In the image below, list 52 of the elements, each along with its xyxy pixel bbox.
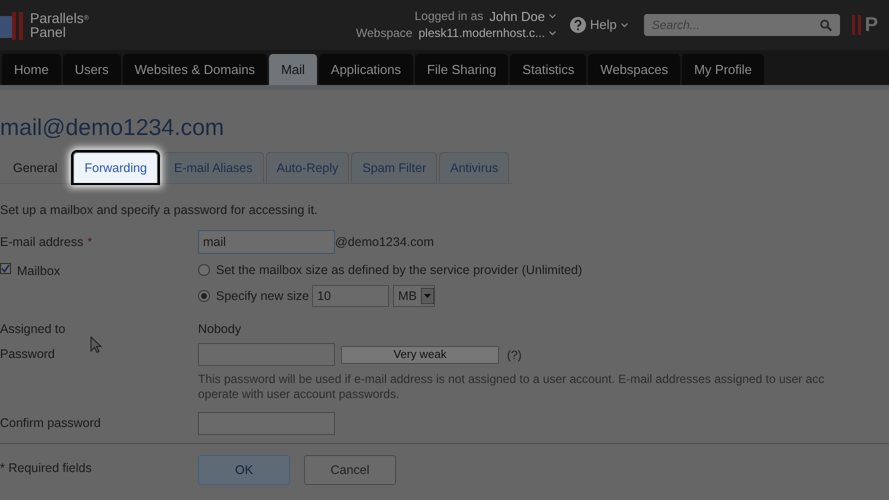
email-field[interactable]: mail xyxy=(198,230,335,254)
logo-icon xyxy=(0,10,26,40)
nav-tab[interactable]: My Profile xyxy=(682,54,764,85)
mailbox-label: Mailbox xyxy=(17,263,60,280)
logo-bars-icon xyxy=(852,15,862,35)
nav-tab[interactable]: Applications xyxy=(318,54,414,85)
help-text: This password will be used if e-mail address is not assigned to a user account. E-mail addresses assigned to user acc xyxy=(198,372,826,387)
logged-in-label: Logged in as xyxy=(414,8,484,25)
webspace-menu[interactable]: plesk11.modernhost.c... xyxy=(418,25,556,42)
nav-tab[interactable]: Home xyxy=(2,54,61,85)
search-icon xyxy=(820,18,832,32)
intro-text: Set up a mailbox and specify a password for accessing it. xyxy=(0,202,319,218)
page-title: mail@demo1234.com xyxy=(0,113,226,142)
nav-tab[interactable]: Mail xyxy=(269,54,317,85)
nav-tab[interactable]: Statistics xyxy=(510,54,586,85)
size-field[interactable]: 10 xyxy=(312,285,390,307)
radio-button[interactable] xyxy=(198,290,210,302)
cancel-button[interactable]: Cancel xyxy=(304,455,396,485)
logo-subtext: Panel xyxy=(30,25,67,39)
nav-tab[interactable]: Users xyxy=(62,54,121,85)
nav-tab[interactable]: File Sharing xyxy=(415,54,508,85)
help-text: operate with user account passwords. xyxy=(198,387,400,402)
help-icon xyxy=(570,17,586,33)
assigned-value: Nobody xyxy=(198,321,242,336)
nav-tab[interactable]: Websites & Domains xyxy=(122,54,268,85)
email-domain: @demo1234.com xyxy=(335,234,434,251)
help-menu[interactable]: Help xyxy=(590,15,628,35)
field-label: E-mail address xyxy=(0,234,84,251)
field-label: Confirm password xyxy=(0,415,102,432)
chevron-down-icon xyxy=(549,31,556,36)
mouse-cursor-icon xyxy=(90,336,102,354)
logo-fragment: P xyxy=(864,13,878,38)
tab[interactable]: Forwarding xyxy=(73,152,158,183)
field-label: Assigned to xyxy=(0,321,66,336)
required-mark: * xyxy=(87,234,92,251)
chevron-down-icon xyxy=(620,22,628,28)
chevron-down-icon xyxy=(549,14,556,19)
strength-meter: Very weak xyxy=(341,346,499,364)
radio-label: Specify new size xyxy=(216,288,310,305)
radio-button[interactable] xyxy=(198,264,210,276)
mailbox-checkbox[interactable] xyxy=(0,263,11,274)
required-note: * Required fields xyxy=(0,460,93,478)
webspace-label: Webspace xyxy=(356,25,412,42)
logo-text: Parallels$^{®}$ xyxy=(30,11,89,25)
radio-label: Set the mailbox size as defined by the service provider (Unlimited) xyxy=(216,262,582,279)
nav-tab[interactable]: Webspaces xyxy=(588,54,680,85)
password-field[interactable] xyxy=(198,343,335,366)
confirm-password-field[interactable] xyxy=(198,412,335,435)
dropdown-icon xyxy=(420,288,434,304)
user-menu[interactable]: John Doe xyxy=(489,8,556,25)
field-label: Password xyxy=(0,346,56,364)
unit-select[interactable]: MB xyxy=(393,285,435,307)
